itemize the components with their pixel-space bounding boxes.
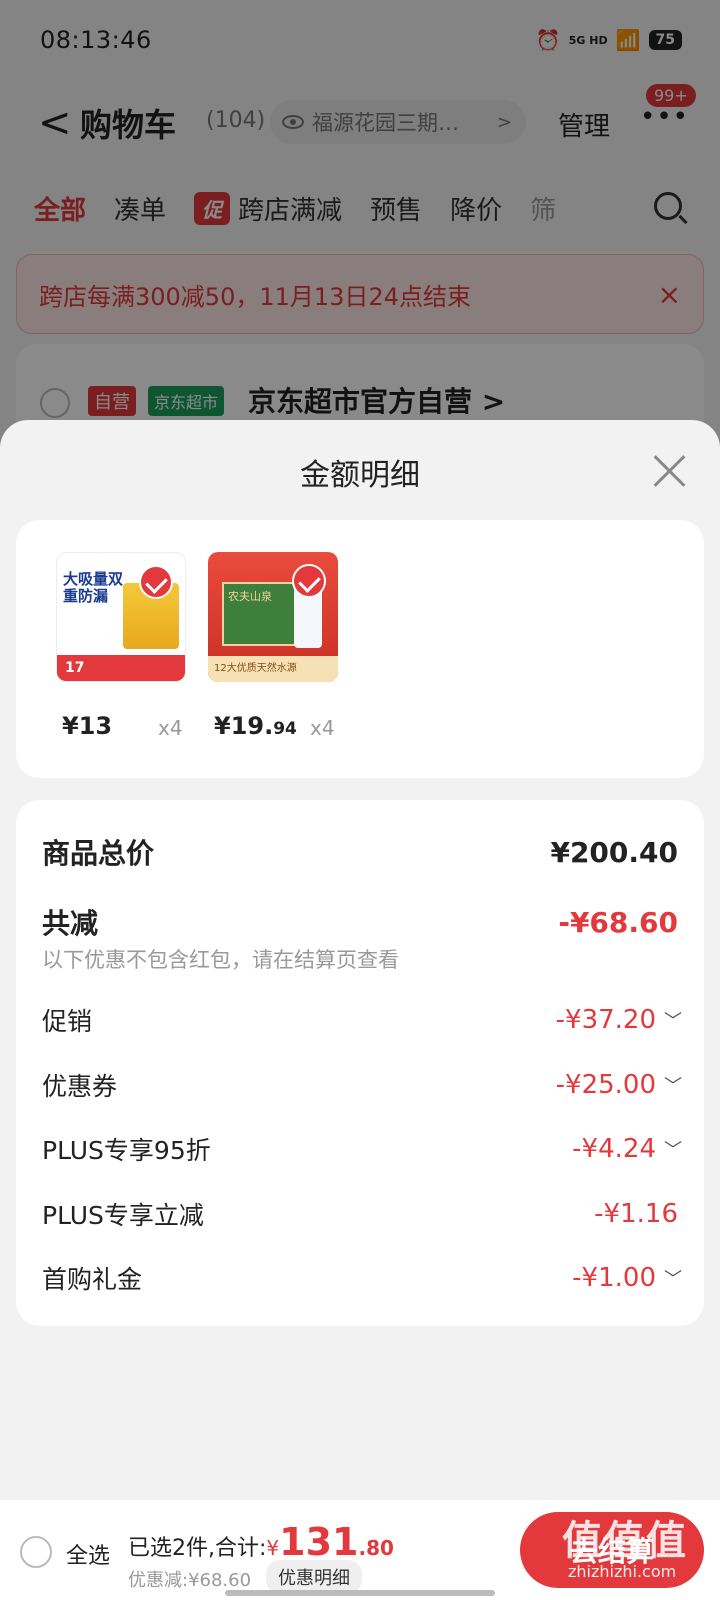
price-breakdown-card: 商品总价 ¥200.40 共减 -¥68.60 以下优惠不包含红包，请在结算页查… bbox=[16, 800, 704, 1326]
discount-value: -¥25.00 ﹀ bbox=[555, 1070, 682, 1100]
product-image-diaper: 大吸量双重防漏 17 bbox=[56, 552, 186, 682]
sheet-title: 金额明细 bbox=[300, 458, 420, 493]
chevron-down-icon: ﹀ bbox=[664, 1269, 682, 1290]
discount-label: PLUS专享95折 bbox=[42, 1136, 211, 1165]
discount-label: 首购礼金 bbox=[42, 1265, 143, 1294]
product-price-main: ¥19. bbox=[214, 712, 274, 740]
chevron-down-icon: ﹀ bbox=[664, 1140, 682, 1161]
reduce-note: 以下优惠不包含红包，请在结算页查看 bbox=[42, 948, 399, 972]
watermark-url: zhizhizhi.com bbox=[568, 1562, 677, 1581]
selected-products-card: 大吸量双重防漏 17 ¥13 x4 农夫山泉 12大优质天然水源 ¥19.94 … bbox=[16, 520, 704, 778]
product-strip: 12大优质天然水源 bbox=[208, 656, 338, 682]
total-summary: 已选2件,合计:¥131.80 bbox=[128, 1520, 394, 1564]
checked-icon bbox=[292, 564, 326, 598]
product-quantity: x4 bbox=[158, 716, 183, 740]
discount-row-promotion[interactable]: 促销 -¥37.20 ﹀ bbox=[42, 1002, 682, 1038]
checked-icon bbox=[139, 565, 173, 599]
discount-label: 促销 bbox=[42, 1007, 93, 1036]
close-icon[interactable] bbox=[652, 452, 688, 488]
watermark-logo: 值值值 bbox=[562, 1518, 688, 1564]
total-price-label: 商品总价 bbox=[42, 837, 155, 870]
product-price: ¥13 bbox=[62, 712, 112, 740]
discount-label: PLUS专享立减 bbox=[42, 1201, 204, 1230]
product-price-main: ¥13 bbox=[62, 712, 113, 740]
product-price: ¥19.94 bbox=[214, 712, 297, 740]
product-item[interactable]: 大吸量双重防漏 17 ¥13 x4 bbox=[56, 552, 186, 740]
product-quantity: x4 bbox=[310, 716, 335, 740]
discount-row-plus-95[interactable]: PLUS专享95折 -¥4.24 ﹀ bbox=[42, 1131, 682, 1167]
discount-value: -¥1.16 bbox=[594, 1199, 678, 1229]
total-price-row: 商品总价 ¥200.40 bbox=[42, 832, 678, 872]
discount-amount: -¥25.00 bbox=[555, 1070, 656, 1100]
total-price-value: ¥200.40 bbox=[550, 835, 678, 869]
discount-amount: -¥1.16 bbox=[594, 1199, 678, 1229]
discount-value: -¥4.24 ﹀ bbox=[572, 1134, 682, 1164]
select-all-radio[interactable] bbox=[20, 1536, 52, 1568]
total-amount-decimal: .80 bbox=[358, 1536, 394, 1560]
discount-row-first-purchase[interactable]: 首购礼金 -¥1.00 ﹀ bbox=[42, 1260, 682, 1296]
product-strip: 17 bbox=[57, 655, 185, 681]
home-indicator[interactable] bbox=[225, 1590, 495, 1596]
discount-row-plus-direct: PLUS专享立减 -¥1.16 bbox=[42, 1196, 678, 1232]
total-amount: 131 bbox=[279, 1520, 359, 1564]
discount-detail-button[interactable]: 优惠明细 bbox=[266, 1560, 362, 1594]
chevron-down-icon: ﹀ bbox=[664, 1011, 682, 1032]
discount-summary: 优惠减:¥68.60 bbox=[128, 1570, 252, 1591]
product-image-text: 农夫山泉 bbox=[228, 590, 272, 603]
discount-amount: -¥4.24 bbox=[572, 1134, 656, 1164]
product-box-graphic: 农夫山泉 bbox=[222, 582, 296, 646]
discount-row-coupon[interactable]: 优惠券 -¥25.00 ﹀ bbox=[42, 1067, 682, 1103]
discount-value: -¥37.20 ﹀ bbox=[555, 1005, 682, 1035]
total-reduce-label: 共减 bbox=[42, 907, 99, 940]
total-reduce-value: -¥68.60 bbox=[558, 905, 678, 939]
discount-amount: -¥37.20 bbox=[555, 1005, 656, 1035]
selected-count-text: 已选2件,合计: bbox=[128, 1536, 267, 1561]
total-reduce-row: 共减 -¥68.60 bbox=[42, 902, 678, 942]
product-strip-text: 12大优质天然水源 bbox=[214, 663, 297, 674]
chevron-down-icon: ﹀ bbox=[664, 1076, 682, 1097]
select-all-label[interactable]: 全选 bbox=[66, 1538, 110, 1570]
discount-label: 优惠券 bbox=[42, 1072, 118, 1101]
amount-detail-sheet: 金额明细 大吸量双重防漏 17 ¥13 x4 农夫山泉 12大优质天然水源 ¥1… bbox=[0, 420, 720, 1600]
product-image-water: 农夫山泉 12大优质天然水源 bbox=[208, 552, 338, 682]
product-strip-text: 17 bbox=[65, 660, 85, 676]
discount-value: -¥1.00 ﹀ bbox=[572, 1263, 682, 1293]
product-price-decimal: 94 bbox=[273, 719, 297, 739]
discount-amount: -¥1.00 bbox=[572, 1263, 656, 1293]
currency-symbol: ¥ bbox=[266, 1536, 280, 1560]
product-item[interactable]: 农夫山泉 12大优质天然水源 ¥19.94 x4 bbox=[208, 552, 338, 740]
